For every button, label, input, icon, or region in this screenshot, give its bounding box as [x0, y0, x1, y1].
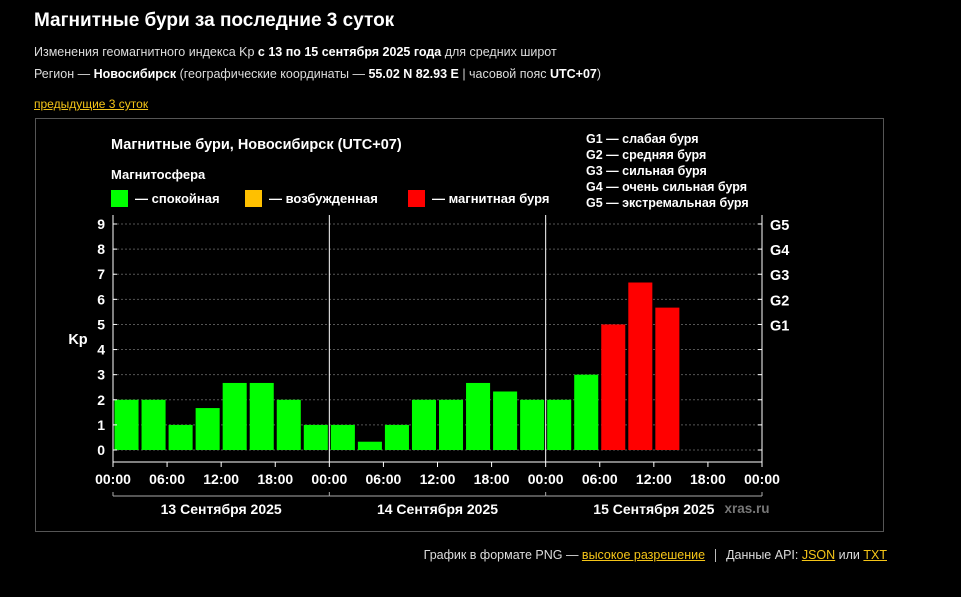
day-label-1: 13 Сентября 2025 [161, 501, 282, 517]
kp-bar [547, 399, 572, 450]
g-scale-line-1: G1 — слабая буря [586, 132, 699, 146]
watermark: xras.ru [724, 501, 769, 516]
kp-bar [493, 391, 518, 450]
footer: График в формате PNG — высокое разрешени… [423, 548, 887, 563]
kp-bar [574, 374, 599, 450]
kp-chart: Магнитные бури, Новосибирск (UTC+07) Магн… [68, 132, 789, 517]
footer-or-text: или [835, 548, 864, 562]
legend-label-1: — возбужденная [269, 191, 378, 206]
chart-frame: Магнитные бури, Новосибирск (UTC+07) Магн… [35, 118, 884, 532]
kp-bar [222, 382, 247, 450]
x-tick-label: 00:00 [311, 471, 347, 487]
legend-title: Магнитосфера [111, 167, 206, 182]
txt-link[interactable]: TXT [863, 548, 887, 562]
kp-bar [466, 382, 491, 450]
hires-link[interactable]: высокое разрешение [582, 548, 705, 562]
kp-bar [330, 424, 355, 450]
g-scale-line-5: G5 — экстремальная буря [586, 196, 749, 210]
g-tick-label: G1 [770, 318, 789, 334]
g-tick-label: G2 [770, 293, 789, 309]
x-tick-label: 12:00 [420, 471, 456, 487]
g-scale-line-3: G3 — сильная буря [586, 164, 707, 178]
region-coords: 55.02 N 82.93 E [368, 67, 459, 81]
legend-swatch-0 [111, 190, 128, 207]
day-label-3: 15 Сентября 2025 [593, 501, 714, 517]
page-title: Магнитные бури за последние 3 суток [34, 10, 395, 31]
subtitle-index: Изменения геомагнитного индекса Kp с 13 … [34, 45, 557, 59]
y-tick-label: 0 [97, 442, 105, 458]
x-tick-label: 12:00 [636, 471, 672, 487]
g-tick-label: G4 [770, 243, 789, 259]
kp-bar [249, 382, 274, 450]
day-label-2: 14 Сентября 2025 [377, 501, 498, 517]
kp-bar [195, 408, 220, 450]
y-tick-label: 8 [97, 241, 105, 257]
legend-label-2: — магнитная буря [432, 191, 549, 206]
kp-bar [168, 424, 193, 450]
y-tick-label: 1 [97, 417, 105, 433]
x-tick-label: 06:00 [582, 471, 618, 487]
y-tick-label: 6 [97, 291, 105, 307]
x-tick-label: 00:00 [95, 471, 131, 487]
previous-3-days-link[interactable]: предыдущие 3 суток [34, 97, 148, 111]
legend-label-0: — спокойная [135, 191, 220, 206]
subtitle-date-range: с 13 по 15 сентября 2025 года [257, 45, 442, 59]
kp-bar [303, 424, 328, 450]
g-scale-line-2: G2 — средняя буря [586, 148, 706, 162]
x-tick-label: 06:00 [366, 471, 402, 487]
subtitle-index-post: для средних широт [441, 45, 557, 59]
kp-bar [628, 282, 653, 450]
x-tick-label: 18:00 [690, 471, 726, 487]
x-tick-label: 00:00 [528, 471, 564, 487]
chart-title: Магнитные бури, Новосибирск (UTC+07) [111, 137, 402, 153]
legend-swatch-2 [408, 190, 425, 207]
kp-bar [655, 307, 680, 450]
y-tick-label: 9 [97, 216, 105, 232]
x-tick-label: 18:00 [474, 471, 510, 487]
y-tick-label: 5 [97, 316, 105, 332]
kp-bar [520, 399, 545, 450]
x-tick-label: 12:00 [203, 471, 239, 487]
x-tick-label: 06:00 [149, 471, 185, 487]
g-tick-label: G5 [770, 218, 789, 234]
region-city: Новосибирск [93, 67, 177, 81]
json-link[interactable]: JSON [802, 548, 835, 562]
x-tick-label: 00:00 [744, 471, 780, 487]
kp-bar [357, 441, 382, 450]
y-axis-label: Kp [68, 332, 87, 348]
kp-bar [411, 399, 436, 450]
y-tick-label: 7 [97, 266, 105, 282]
subtitle-index-pre: Изменения геомагнитного индекса Kp [34, 45, 258, 59]
region-pre: Регион — [34, 67, 94, 81]
y-tick-label: 4 [97, 342, 105, 358]
subtitle-region: Регион — Новосибирск (географические коо… [34, 67, 601, 81]
legend-swatch-1 [245, 190, 262, 207]
kp-bar [384, 424, 409, 450]
kp-bar [276, 399, 301, 450]
kp-bar [114, 399, 139, 450]
region-post: ) [596, 67, 602, 81]
x-tick-label: 18:00 [257, 471, 293, 487]
footer-png-text: График в формате PNG — [423, 548, 582, 562]
kp-bar [141, 399, 166, 450]
kp-bar [439, 399, 464, 450]
y-tick-label: 3 [97, 367, 105, 383]
y-tick-label: 2 [97, 392, 105, 408]
region-mid2: | часовой пояс [458, 67, 550, 81]
footer-api-text: Данные API: [726, 548, 802, 562]
g-scale-line-4: G4 — очень сильная буря [586, 180, 747, 194]
kp-bar [601, 324, 626, 450]
region-timezone: UTC+07 [549, 67, 597, 81]
g-tick-label: G3 [770, 268, 789, 284]
region-mid: (географические координаты — [176, 67, 369, 81]
footer-divider [715, 549, 717, 563]
